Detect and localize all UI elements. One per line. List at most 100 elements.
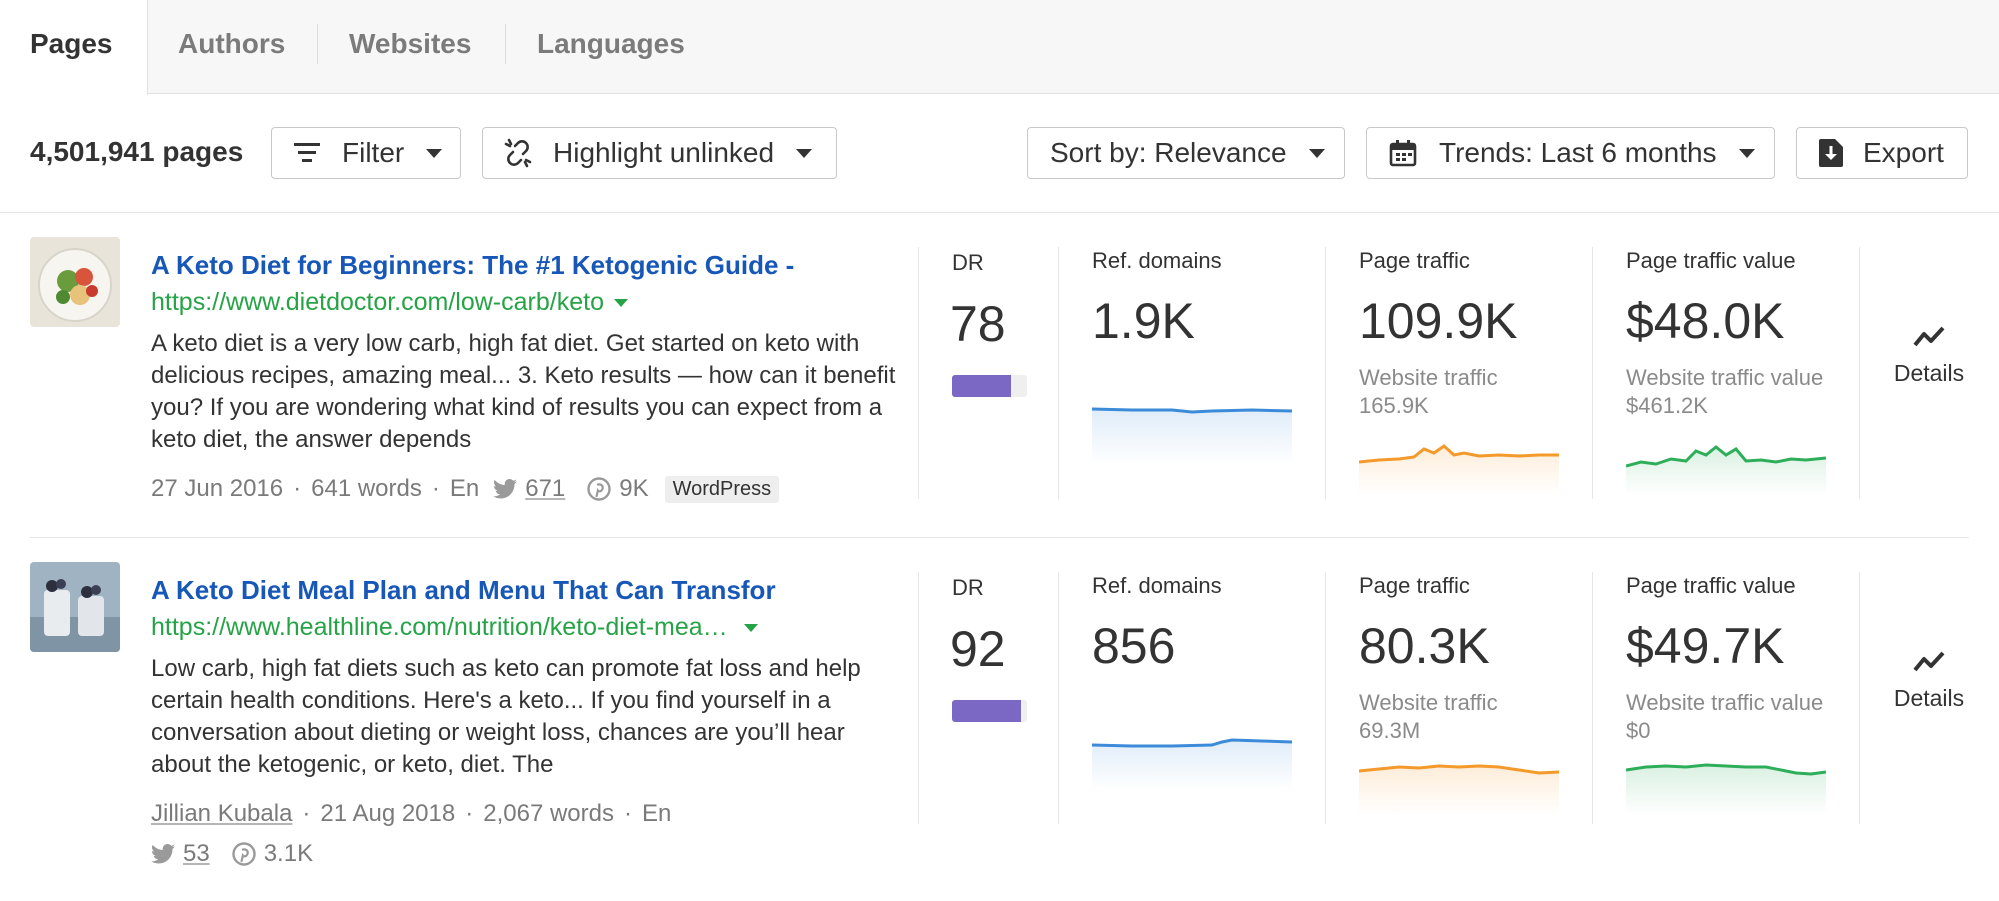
tab-pages[interactable]: Pages (0, 0, 148, 95)
separator-dot: · (465, 800, 473, 828)
column-divider (1058, 247, 1059, 499)
ref-domains-sparkline (1092, 395, 1292, 465)
dr-bar (952, 375, 1027, 397)
page-traffic-label: Page traffic (1359, 248, 1470, 274)
tab-divider (317, 24, 318, 64)
website-traffic-value: 69.3M (1359, 718, 1420, 743)
tab-authors[interactable]: Authors (178, 0, 285, 94)
page-traffic-sparkline (1359, 435, 1559, 495)
column-divider (918, 572, 919, 824)
traffic-value-label: Page traffic value (1626, 573, 1796, 599)
export-button[interactable]: Export (1796, 127, 1968, 179)
result-title-link[interactable]: A Keto Diet Meal Plan and Menu That Can … (151, 575, 776, 606)
website-traffic: Website traffic 69.3M (1359, 689, 1559, 745)
filter-button[interactable]: Filter (271, 127, 461, 179)
column-divider (1058, 572, 1059, 824)
column-divider (918, 247, 919, 499)
result-meta: Jillian Kubala · 21 Aug 2018 · 2,067 wor… (151, 800, 671, 828)
twitter-count[interactable]: 671 (525, 475, 565, 503)
result-thumbnail[interactable] (30, 237, 120, 327)
details-button[interactable]: Details (1859, 323, 1999, 387)
column-divider (1325, 572, 1326, 824)
website-traffic-value: Website traffic value $0 (1626, 689, 1826, 745)
trends-label: Trends: Last 6 months (1439, 137, 1717, 169)
twitter-count[interactable]: 53 (183, 840, 210, 868)
trend-icon (1912, 323, 1946, 349)
separator-dot: · (624, 800, 632, 828)
sort-dropdown[interactable]: Sort by: Relevance (1027, 127, 1345, 179)
result-words: 2,067 words (483, 800, 614, 828)
details-label: Details (1859, 360, 1999, 387)
result-meta: 27 Jun 2016 · 641 words · En 671 9K Word… (151, 475, 779, 503)
separator-dot: · (432, 475, 440, 503)
dr-bar (952, 700, 1027, 722)
column-divider (1592, 572, 1593, 824)
page-traffic-label: Page traffic (1359, 573, 1470, 599)
tab-websites[interactable]: Websites (349, 0, 471, 94)
pinterest-count: 9K (619, 475, 648, 503)
dr-value: 78 (950, 295, 1006, 353)
download-icon (1819, 139, 1843, 167)
chevron-down-icon[interactable] (744, 624, 758, 632)
highlight-unlinked-button[interactable]: Highlight unlinked (482, 127, 837, 179)
result-url-link[interactable]: https://www.healthline.com/nutrition/ket… (151, 613, 758, 642)
website-value-amount: $0 (1626, 718, 1650, 743)
filter-label: Filter (342, 137, 404, 169)
pinterest-icon (232, 842, 256, 866)
result-words: 641 words (311, 475, 422, 503)
page-traffic-sparkline (1359, 755, 1559, 815)
pinterest-count: 3.1K (264, 840, 313, 868)
ref-domains-label: Ref. domains (1092, 573, 1222, 599)
dr-label: DR (952, 250, 984, 276)
details-button[interactable]: Details (1859, 648, 1999, 712)
pinterest-icon (587, 477, 611, 501)
result-language: En (642, 800, 671, 828)
dr-bar-fill (952, 375, 1011, 397)
chevron-down-icon[interactable] (614, 299, 628, 307)
website-value-amount: $461.2K (1626, 393, 1708, 418)
results-count: 4,501,941 pages (30, 136, 243, 168)
traffic-value-sparkline (1626, 755, 1826, 815)
chevron-down-icon (1739, 149, 1755, 158)
sort-label: Sort by: Relevance (1050, 137, 1287, 169)
twitter-icon (493, 479, 517, 499)
calendar-icon (1389, 139, 1417, 167)
result-language: En (450, 475, 479, 503)
traffic-value-value: $48.0K (1626, 292, 1784, 350)
result-url-text: https://www.healthline.com/nutrition/ket… (151, 613, 728, 641)
divider (0, 212, 1999, 213)
tab-languages[interactable]: Languages (537, 0, 685, 94)
website-value-label: Website traffic value (1626, 365, 1823, 390)
result-social: 53 3.1K (151, 840, 313, 868)
website-traffic-value: Website traffic value $461.2K (1626, 364, 1826, 420)
ref-domains-label: Ref. domains (1092, 248, 1222, 274)
dr-label: DR (952, 575, 984, 601)
result-url-text: https://www.dietdoctor.com/low-carb/keto (151, 288, 604, 316)
tab-divider (505, 24, 506, 64)
chevron-down-icon (796, 149, 812, 158)
row-divider (30, 537, 1969, 538)
traffic-value-sparkline (1626, 435, 1826, 495)
result-url-link[interactable]: https://www.dietdoctor.com/low-carb/keto (151, 288, 628, 317)
result-thumbnail[interactable] (30, 562, 120, 652)
page-traffic-value: 109.9K (1359, 292, 1517, 350)
separator-dot: · (293, 475, 301, 503)
chevron-down-icon (1309, 149, 1325, 158)
separator-dot: · (302, 800, 310, 828)
website-traffic-label: Website traffic (1359, 365, 1498, 390)
traffic-value-label: Page traffic value (1626, 248, 1796, 274)
chevron-down-icon (426, 149, 442, 158)
twitter-icon (151, 844, 175, 864)
unlink-icon (503, 138, 533, 168)
result-date: 27 Jun 2016 (151, 475, 283, 503)
result-author-link[interactable]: Jillian Kubala (151, 800, 292, 828)
result-title-link[interactable]: A Keto Diet for Beginners: The #1 Ketoge… (151, 250, 794, 281)
trends-dropdown[interactable]: Trends: Last 6 months (1366, 127, 1775, 179)
dr-bar-fill (952, 700, 1021, 722)
platform-badge: WordPress (665, 476, 780, 503)
column-divider (1592, 247, 1593, 499)
result-snippet: Low carb, high fat diets such as keto ca… (151, 653, 911, 781)
website-traffic-label: Website traffic (1359, 690, 1498, 715)
website-traffic-value: 165.9K (1359, 393, 1429, 418)
ref-domains-value: 856 (1092, 617, 1175, 675)
